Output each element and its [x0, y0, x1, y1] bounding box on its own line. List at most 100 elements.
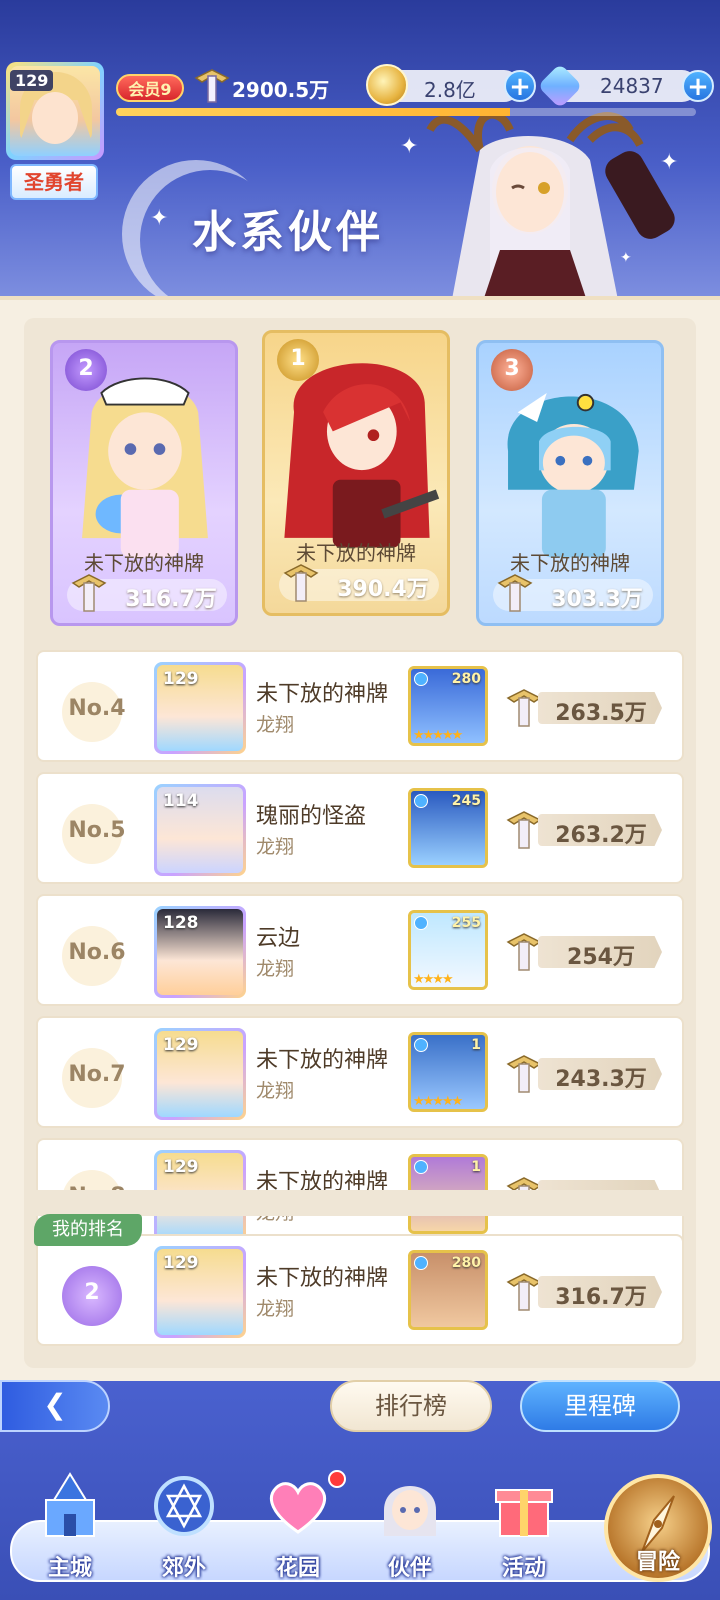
rank-number: No.6: [68, 940, 126, 965]
my-rank-tag: 我的排名: [34, 1214, 142, 1246]
player-level: 129: [10, 70, 54, 91]
list-fade-mask: [24, 1190, 696, 1216]
nav-events[interactable]: 活动: [474, 1470, 574, 1590]
rank-medal-3: 3: [491, 349, 533, 391]
player-avatar: 129: [154, 1028, 246, 1120]
water-element-icon: [414, 672, 428, 686]
avatar-portrait: 129: [157, 1249, 243, 1335]
nav-partners[interactable]: 伙伴: [360, 1470, 460, 1590]
score-value: 316.7万: [555, 1285, 647, 1310]
nav-label: 郊外: [161, 1556, 206, 1581]
partner-portrait: 280: [408, 1250, 488, 1330]
player-name: 未下放的神牌: [256, 682, 389, 707]
water-element-icon: [414, 916, 428, 930]
player-level: 114: [163, 791, 199, 811]
sparkle-icon: ✦: [400, 134, 419, 159]
podium-card-rank-2[interactable]: 2 未下放的神牌 316.7万: [50, 340, 238, 626]
partner-portrait: 255 ★★★★: [408, 910, 488, 990]
nav-label: 冒险: [635, 1550, 680, 1575]
guild-name: 龙翔: [256, 836, 295, 858]
partner-portrait: 1 ★★★★★: [408, 1032, 488, 1112]
player-level: 129: [163, 1035, 199, 1055]
castle-icon: [45, 1472, 95, 1537]
podium-score: 316.7万: [125, 587, 217, 612]
guild-name: 龙翔: [256, 1298, 295, 1320]
player-name: 瑰丽的怪盗: [256, 804, 367, 829]
player-level: 128: [163, 913, 199, 933]
rank-medal-2: 2: [65, 349, 107, 391]
table-row[interactable]: No.4 129 未下放的神牌 龙翔 280 ★★★★★ 263.5万: [36, 650, 684, 762]
podium-score: 390.4万: [337, 577, 429, 602]
add-coins-button[interactable]: +: [504, 70, 536, 102]
score-value: 254万: [567, 945, 635, 970]
avatar-portrait: 129: [157, 665, 243, 751]
experience-bar: [116, 108, 696, 116]
rank-number: No.7: [68, 1062, 126, 1087]
rank-medal-1: 1: [277, 339, 319, 381]
nav-adventure[interactable]: 冒险: [604, 1474, 712, 1582]
partner-level: 280: [451, 1255, 481, 1271]
vip-badge[interactable]: 会员9: [116, 74, 184, 102]
leaderboard-button[interactable]: 排行榜: [330, 1380, 492, 1432]
partner-level: 1: [471, 1159, 481, 1175]
nav-label: 主城: [47, 1556, 92, 1581]
heart-icon: [270, 1482, 326, 1534]
combat-power-icon: [71, 574, 107, 612]
combat-power-icon: [497, 574, 533, 612]
water-element-icon: [414, 794, 428, 808]
rank-number: No.5: [68, 818, 126, 843]
podium-card-rank-3[interactable]: 3 未下放的神牌 303.3万: [476, 340, 664, 626]
sparkle-icon: ✦: [150, 206, 169, 231]
podium-score: 303.3万: [551, 587, 643, 612]
score-value: 263.5万: [555, 701, 647, 726]
avatar-portrait: 128: [157, 909, 243, 995]
water-element-icon: [414, 1256, 428, 1270]
back-arrow-icon: ❮: [43, 1388, 67, 1421]
avatar-portrait: 114: [157, 787, 243, 873]
player-level: 129: [163, 1157, 199, 1177]
nav-label: 花园: [275, 1556, 320, 1581]
podium-card-rank-1[interactable]: 1 未下放的神牌 390.4万: [262, 330, 450, 616]
combat-power-icon: [283, 564, 319, 602]
banner-character-illustration: [426, 110, 675, 300]
nav-garden[interactable]: 花园: [248, 1470, 348, 1590]
star-rating: ★★★★★: [413, 728, 463, 743]
nav-label: 伙伴: [387, 1556, 432, 1581]
star-rating: ★★★★★: [413, 1094, 463, 1109]
notification-dot: [328, 1470, 346, 1488]
add-gems-button[interactable]: +: [682, 70, 714, 102]
nav-label: 活动: [501, 1556, 546, 1581]
partner-portrait-icon: [384, 1486, 436, 1536]
milestone-button[interactable]: 里程碑: [520, 1380, 680, 1432]
player-name: 云边: [256, 926, 301, 951]
nav-main-city[interactable]: 主城: [20, 1470, 120, 1590]
coin-icon: [366, 64, 408, 106]
star-rating: ★★★★: [413, 972, 454, 987]
player-level: 129: [163, 1253, 199, 1273]
player-avatar: 129: [154, 662, 246, 754]
score-value: 263.2万: [555, 823, 647, 848]
player-avatar: 128: [154, 906, 246, 998]
nav-outskirts[interactable]: 郊外: [134, 1470, 234, 1590]
water-element-icon: [414, 1038, 428, 1052]
page-title: 水系伙伴: [192, 207, 384, 258]
gift-box-icon: [495, 1489, 553, 1537]
gem-value: 24837: [600, 74, 664, 98]
partner-level: 280: [451, 671, 481, 687]
player-title-badge[interactable]: 圣勇者: [10, 164, 98, 200]
my-rank-row[interactable]: 2 129 未下放的神牌 龙翔 280 316.7万: [36, 1234, 684, 1346]
table-row[interactable]: No.5 114 瑰丽的怪盗 龙翔 245 263.2万: [36, 772, 684, 884]
avatar-portrait: 129: [157, 1031, 243, 1117]
player-name: 未下放的神牌: [256, 1048, 389, 1073]
partner-level: 245: [451, 793, 481, 809]
player-avatar: 114: [154, 784, 246, 876]
rank-number: No.4: [68, 696, 126, 721]
partner-level: 1: [471, 1037, 481, 1053]
back-button[interactable]: ❮: [0, 1380, 110, 1432]
combat-power-value: 2900.5万: [232, 78, 330, 102]
magic-circle-icon: [154, 1476, 214, 1536]
experience-bar-fill: [116, 108, 511, 116]
my-rank-number: 2: [84, 1280, 100, 1305]
table-row[interactable]: No.6 128 云边 龙翔 255 ★★★★ 254万: [36, 894, 684, 1006]
table-row[interactable]: No.7 129 未下放的神牌 龙翔 1 ★★★★★ 243.3万: [36, 1016, 684, 1128]
